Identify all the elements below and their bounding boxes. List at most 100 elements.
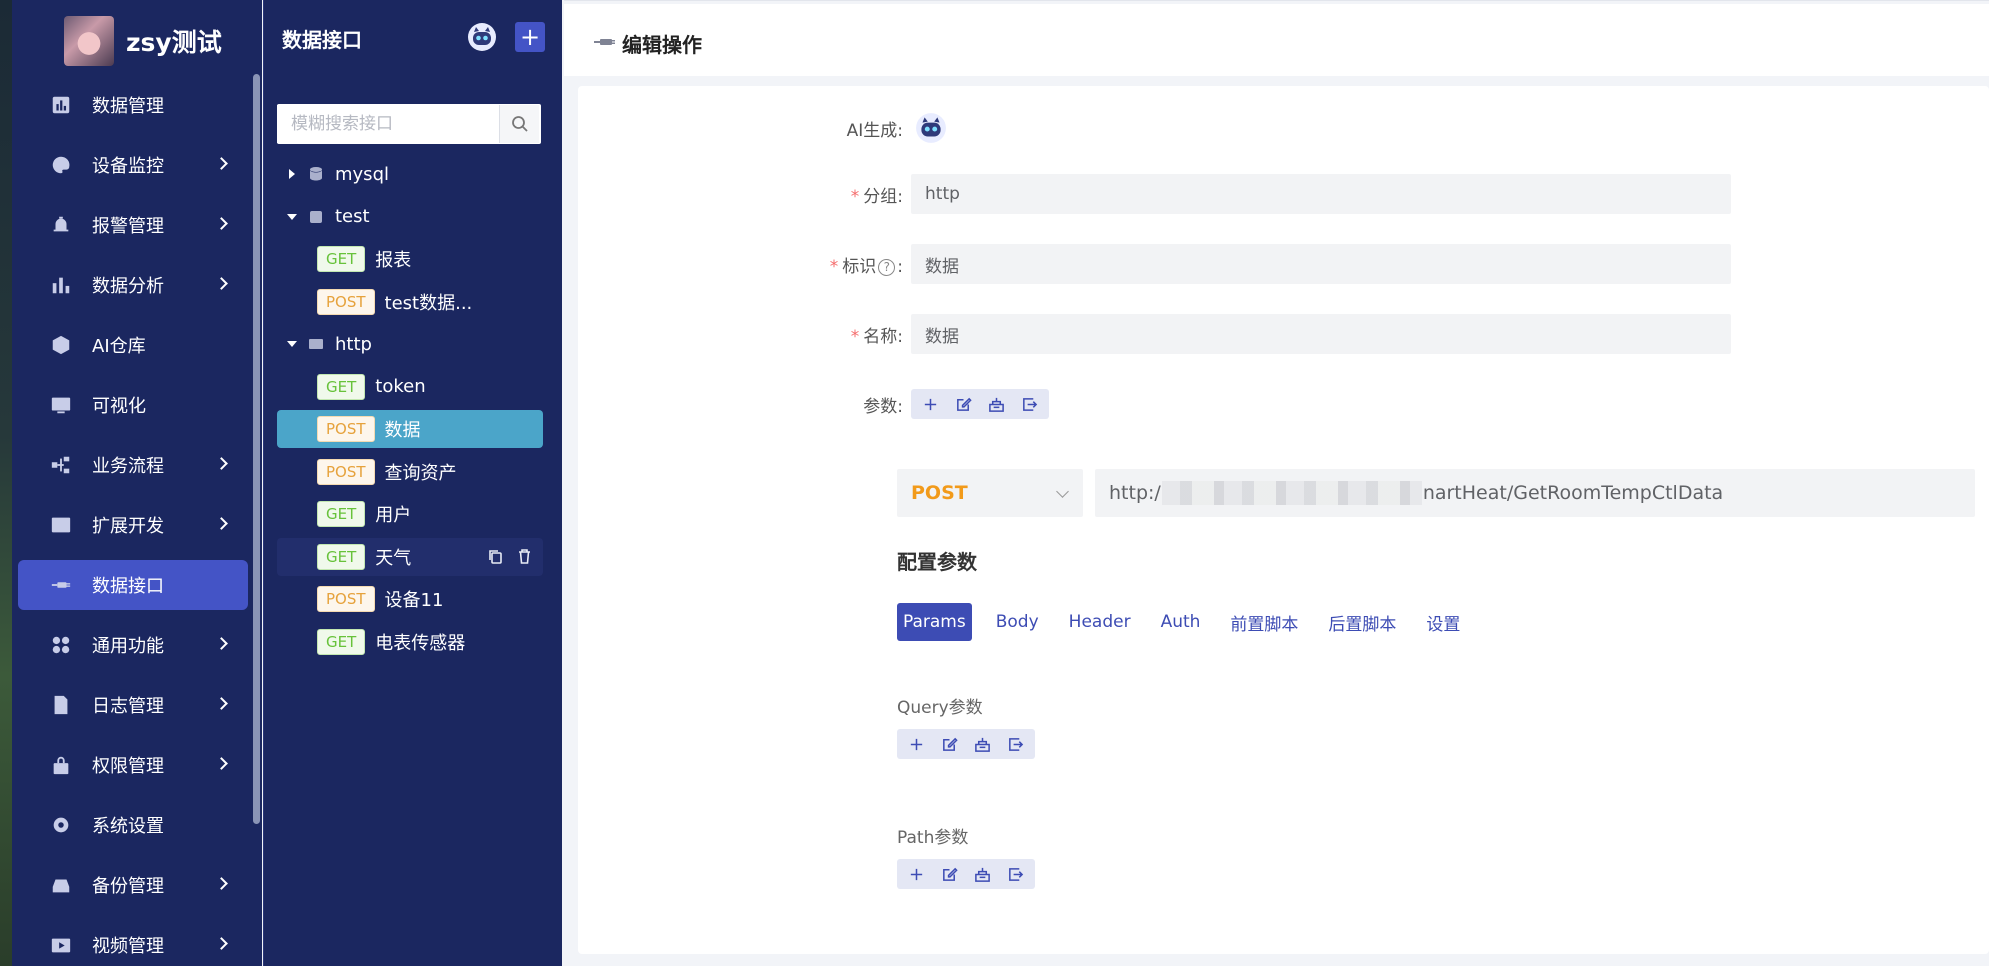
help-icon[interactable]: ? <box>878 258 896 276</box>
api-label: 查询资产 <box>384 462 457 484</box>
sidebar-item-label: 数据管理 <box>92 96 164 117</box>
flow-icon <box>48 452 74 478</box>
chevron-right-icon <box>215 697 228 710</box>
add-query-button[interactable] <box>901 731 932 757</box>
import-path-button[interactable] <box>967 861 998 887</box>
sidebar-item-label: 视频管理 <box>92 936 164 957</box>
api-label: 设备11 <box>384 590 444 611</box>
chevron-right-icon <box>215 277 228 290</box>
sidebar-item[interactable]: 扩展开发 <box>18 500 248 550</box>
tree-api-item[interactable]: GET 报表 <box>277 240 543 278</box>
sidebar-item[interactable]: 设备监控 <box>18 140 248 190</box>
tree-api-item[interactable]: POST 设备11 <box>277 580 543 618</box>
caret-right-icon[interactable] <box>289 169 295 179</box>
add-path-button[interactable] <box>901 861 932 887</box>
log-icon <box>48 692 74 718</box>
edit-param-button[interactable] <box>948 391 979 417</box>
sidebar-item[interactable]: 备份管理 <box>18 860 248 910</box>
tree-api-item[interactable]: POST 查询资产 <box>277 453 543 491</box>
export-param-button[interactable] <box>1014 391 1045 417</box>
tree-api-item[interactable]: GET 电表传感器 <box>277 623 543 661</box>
sidebar-item[interactable]: 通用功能 <box>18 620 248 670</box>
sidebar-scrollbar[interactable] <box>253 74 260 824</box>
chevron-down-icon <box>1056 485 1069 498</box>
video-icon <box>48 932 74 958</box>
tree-group[interactable]: http <box>277 325 543 363</box>
tree-api-item[interactable]: GET 天气 <box>277 537 543 576</box>
ai-robot-icon[interactable] <box>915 112 947 144</box>
search-button[interactable] <box>499 105 539 143</box>
config-tab[interactable]: Header <box>1063 603 1137 641</box>
edit-path-button[interactable] <box>934 861 965 887</box>
export-path-button[interactable] <box>1000 861 1031 887</box>
method-select[interactable]: POST <box>897 469 1083 517</box>
plug-icon <box>48 572 74 598</box>
config-title: 配置参数 <box>897 550 977 574</box>
method-badge: POST <box>317 288 375 315</box>
config-tab[interactable]: Body <box>990 603 1045 641</box>
edit-query-button[interactable] <box>934 731 965 757</box>
sidebar-item[interactable]: 系统设置 <box>18 800 248 850</box>
search-input[interactable] <box>277 105 499 143</box>
sidebar-item-label: 业务流程 <box>92 456 164 477</box>
edit-icon <box>943 867 958 881</box>
sidebar-item[interactable]: 业务流程 <box>18 440 248 490</box>
group-field[interactable]: http <box>911 174 1731 214</box>
alarm-bell-icon <box>48 212 74 238</box>
tree-api-item[interactable]: GET token <box>277 368 543 406</box>
chevron-right-icon <box>215 457 228 470</box>
sidebar-item[interactable]: 数据管理 <box>18 80 248 130</box>
method-badge: GET <box>317 246 366 272</box>
api-search <box>277 104 541 144</box>
method-badge: GET <box>317 543 366 570</box>
config-tab[interactable]: Auth <box>1155 603 1207 641</box>
tree-group[interactable]: mysql <box>277 155 543 193</box>
sidebar-item[interactable]: AI仓库 <box>18 320 248 370</box>
ai-robot-icon[interactable] <box>467 22 497 52</box>
ai-label: AI生成: <box>846 120 903 141</box>
screen-icon <box>48 392 74 418</box>
caret-down-icon[interactable] <box>287 213 297 220</box>
sidebar-item[interactable]: 日志管理 <box>18 680 248 730</box>
sidebar-item-label: 报警管理 <box>92 216 164 237</box>
config-tab[interactable]: 后置脚本 <box>1322 603 1402 641</box>
export-icon <box>1009 867 1024 881</box>
copy-icon[interactable] <box>487 548 504 565</box>
add-param-button[interactable] <box>915 391 946 417</box>
sidebar-item[interactable]: 可视化 <box>18 380 248 430</box>
sidebar-item-label: 备份管理 <box>92 876 164 897</box>
group-label: * 分组: <box>850 186 903 207</box>
url-field[interactable]: http:/ nartHeat/GetRoomTempCtlData <box>1095 469 1975 517</box>
import-icon <box>975 737 990 752</box>
identifier-field[interactable]: 数据 <box>911 244 1731 284</box>
caret-down-icon[interactable] <box>287 341 297 347</box>
tree-group[interactable]: test <box>277 198 543 236</box>
sidebar-item[interactable]: 报警管理 <box>18 200 248 250</box>
row-actions <box>487 548 533 565</box>
name-field[interactable]: 数据 <box>911 314 1731 354</box>
sidebar-item[interactable]: 权限管理 <box>18 740 248 790</box>
plus-icon <box>924 398 937 410</box>
search-icon <box>511 116 528 132</box>
export-query-button[interactable] <box>1000 731 1031 757</box>
config-tab[interactable]: Params <box>897 603 972 641</box>
sidebar-item[interactable]: 视频管理 <box>18 920 248 966</box>
add-api-button[interactable]: + <box>515 22 545 52</box>
http-icon <box>307 335 325 353</box>
sidebar-item[interactable]: 数据接口 <box>18 560 248 610</box>
api-label: token <box>375 376 426 397</box>
config-tab[interactable]: 设置 <box>1420 603 1466 641</box>
avatar[interactable] <box>64 16 114 66</box>
main-header: 编辑操作 <box>564 4 1989 76</box>
tree-api-item[interactable]: GET 用户 <box>277 495 543 533</box>
delete-icon[interactable] <box>516 548 533 565</box>
method-badge: POST <box>317 416 375 442</box>
sidebar-item[interactable]: 数据分析 <box>18 260 248 310</box>
config-tab[interactable]: 前置脚本 <box>1224 603 1304 641</box>
tree-api-item[interactable]: POST 数据 <box>277 410 543 448</box>
gear-icon <box>48 812 74 838</box>
import-param-button[interactable] <box>981 391 1012 417</box>
tree-api-item[interactable]: POST test数据... <box>277 283 543 321</box>
import-query-button[interactable] <box>967 731 998 757</box>
sidebar-item-label: 数据接口 <box>92 576 164 597</box>
